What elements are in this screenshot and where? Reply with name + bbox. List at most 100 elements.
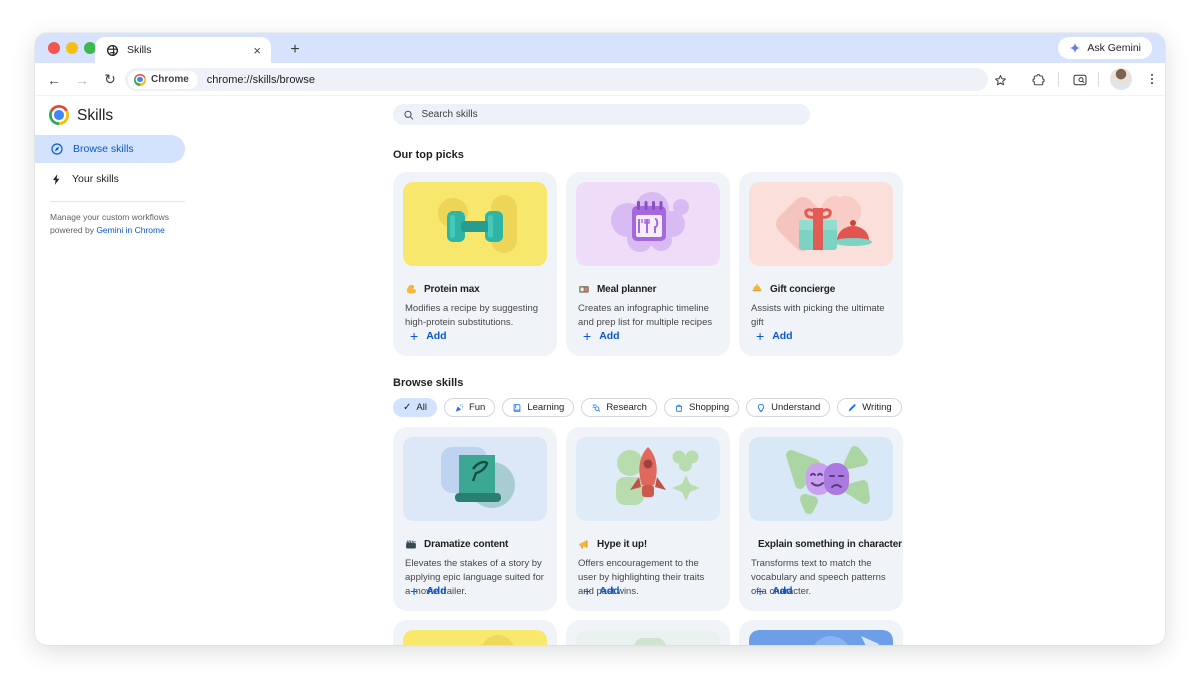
book-icon (512, 403, 522, 413)
add-label: Add (426, 585, 446, 597)
plus-icon: + (410, 329, 418, 343)
sidebar-divider (50, 201, 185, 202)
card-description: Assists with picking the ultimate gift (751, 302, 891, 330)
partial-illustration-yellow (403, 630, 547, 645)
sidebar-item-browse-skills[interactable]: Browse skills (35, 135, 185, 163)
bookmark-star-icon[interactable] (988, 68, 1012, 92)
add-label: Add (426, 330, 446, 342)
sidebar-item-label: Your skills (72, 173, 119, 185)
close-window-button[interactable] (48, 42, 60, 54)
page-title: Skills (77, 107, 113, 125)
skill-card-gift-concierge: Gift concierge Assists with picking the … (739, 172, 903, 356)
ask-gemini-button[interactable]: Ask Gemini (1058, 37, 1152, 59)
filter-chip-understand[interactable]: Understand (746, 398, 830, 417)
party-popper-icon (454, 403, 464, 413)
search-input[interactable] (421, 109, 800, 120)
card-title: Protein max (424, 284, 480, 295)
forward-button[interactable]: → (69, 63, 95, 96)
browser-window: Skills × + Ask Gemini ← → ↻ (35, 33, 1165, 645)
chrome-site-chip[interactable]: Chrome (128, 71, 198, 89)
card-description: Modifies a recipe by suggesting high-pro… (405, 302, 545, 330)
skill-card-partial (566, 620, 730, 645)
gemini-in-chrome-link[interactable]: Gemini in Chrome (96, 225, 165, 235)
chip-label: Fun (469, 402, 485, 413)
clapperboard-emoji-icon (405, 538, 417, 550)
explain-in-character-illustration (749, 437, 893, 521)
add-label: Add (772, 585, 792, 597)
partial-illustration-blue (749, 630, 893, 645)
chip-label: Learning (527, 402, 564, 413)
browser-toolbar: ← → ↻ Chrome chrome://skills/browse (35, 63, 1165, 96)
address-bar[interactable]: Chrome chrome://skills/browse (125, 68, 988, 91)
tab-skills[interactable]: Skills × (95, 37, 271, 63)
partial-illustration-pale-blue (576, 630, 720, 645)
card-title: Dramatize content (424, 539, 508, 550)
filter-chip-learning[interactable]: Learning (502, 398, 574, 417)
chip-label: Writing (862, 402, 891, 413)
skill-card-partial (393, 620, 557, 645)
sidebar-item-label: Browse skills (73, 143, 134, 155)
skill-card-hype-it-up: Hype it up! Offers encouragement to the … (566, 427, 730, 611)
search-bar[interactable] (393, 104, 810, 125)
bolt-icon (50, 173, 63, 186)
skill-card-dramatize-content: Dramatize content Elevates the stakes of… (393, 427, 557, 611)
card-description: Creates an infographic timeline and prep… (578, 302, 718, 330)
shopping-bag-icon (674, 403, 684, 413)
section-heading-browse-skills: Browse skills (393, 377, 463, 389)
globe-icon (106, 44, 119, 57)
back-button[interactable]: ← (41, 63, 67, 96)
reload-button[interactable]: ↻ (97, 63, 123, 96)
lightbulb-icon (756, 403, 766, 413)
add-skill-button[interactable]: + Add (410, 329, 447, 343)
filter-chip-shopping[interactable]: Shopping (664, 398, 739, 417)
filter-chip-all[interactable]: ✓ All (393, 398, 437, 417)
filter-chip-fun[interactable]: Fun (444, 398, 495, 417)
chip-label: Understand (771, 402, 820, 413)
new-tab-button[interactable]: + (283, 38, 307, 62)
chrome-chip-label: Chrome (151, 74, 189, 85)
gemini-sparkle-icon (1069, 42, 1081, 54)
plus-icon: + (756, 329, 764, 343)
chrome-logo-icon (49, 105, 69, 125)
bento-emoji-icon (578, 283, 590, 295)
url-text: chrome://skills/browse (207, 74, 315, 86)
tab-title: Skills (127, 44, 251, 56)
card-title: Meal planner (597, 284, 656, 295)
skill-card-partial (739, 620, 903, 645)
bellhop-bell-emoji-icon (751, 283, 763, 295)
filter-chips: ✓ All Fun Learning (393, 398, 902, 417)
card-title: Hype it up! (597, 539, 647, 550)
chip-label: Shopping (689, 402, 729, 413)
add-skill-button[interactable]: + Add (583, 329, 620, 343)
plus-icon: + (583, 584, 591, 598)
doc-search-icon (591, 403, 601, 413)
add-skill-button[interactable]: + Add (756, 329, 793, 343)
minimize-window-button[interactable] (66, 42, 78, 54)
tab-strip: Skills × + Ask Gemini (35, 33, 1165, 63)
side-panel-search-icon[interactable] (1068, 68, 1092, 92)
card-title: Gift concierge (770, 284, 835, 295)
muscle-emoji-icon (405, 283, 417, 295)
filter-chip-research[interactable]: Research (581, 398, 657, 417)
desktop: Skills × + Ask Gemini ← → ↻ (0, 0, 1200, 675)
add-skill-button[interactable]: + Add (756, 584, 793, 598)
add-skill-button[interactable]: + Add (583, 584, 620, 598)
tab-close-icon[interactable]: × (251, 44, 263, 57)
megaphone-emoji-icon (578, 538, 590, 550)
window-controls (48, 42, 96, 54)
menu-kebab-icon[interactable] (1141, 68, 1163, 90)
hype-it-up-illustration (576, 437, 720, 521)
chip-label: All (416, 402, 427, 413)
add-skill-button[interactable]: + Add (410, 584, 447, 598)
chrome-logo-icon (134, 74, 146, 86)
filter-chip-writing[interactable]: Writing (837, 398, 901, 417)
card-title: Explain something in character (758, 539, 902, 550)
compass-icon (50, 142, 64, 156)
toolbar-separator (1098, 72, 1099, 87)
sidebar-footer-text: Manage your custom workflows powered by … (50, 211, 172, 237)
add-label: Add (599, 585, 619, 597)
profile-avatar[interactable] (1110, 68, 1132, 90)
sidebar-item-your-skills[interactable]: Your skills (35, 165, 185, 193)
extensions-icon[interactable] (1026, 68, 1050, 92)
section-heading-top-picks: Our top picks (393, 149, 464, 161)
